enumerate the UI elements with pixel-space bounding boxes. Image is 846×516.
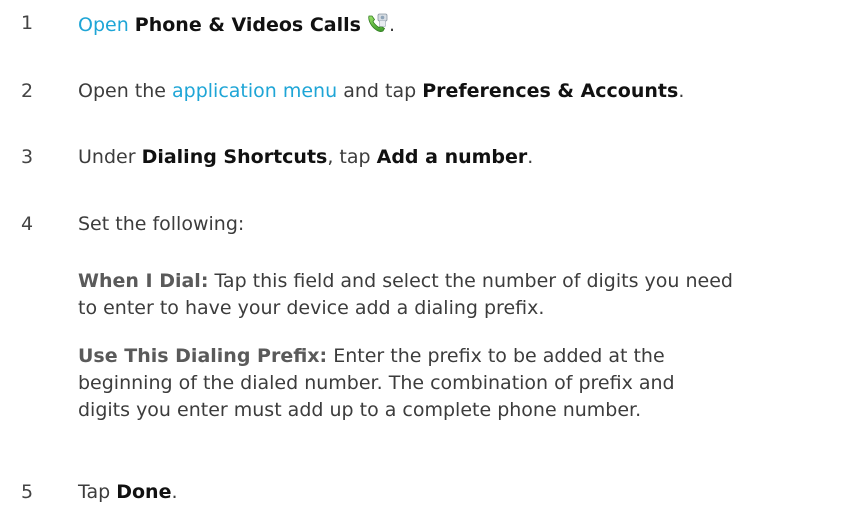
app-name: Phone & Videos Calls — [134, 14, 361, 36]
field-line: When I Dial: Tap this field and select t… — [78, 270, 733, 292]
field-when-i-dial: When I Dial: Tap this field and select t… — [78, 268, 838, 322]
step-number: 4 — [21, 213, 34, 235]
application-menu-link[interactable]: application menu — [172, 80, 337, 102]
step-text: Under Dialing Shortcuts, tap Add a numbe… — [78, 146, 534, 168]
field-line: Use This Dialing Prefix: Enter the prefi… — [78, 345, 665, 367]
phone-app-icon — [365, 11, 389, 35]
add-number-label: Add a number — [376, 146, 528, 168]
step-text: Open Phone & Videos Calls . — [78, 11, 395, 37]
field-line: beginning of the dialed number. The comb… — [78, 372, 675, 394]
step-text: Open the application menu and tap Prefer… — [78, 80, 685, 102]
field-dialing-prefix: Use This Dialing Prefix: Enter the prefi… — [78, 343, 838, 424]
step-text: Tap Done. — [78, 481, 178, 503]
field-name: Use This Dialing Prefix: — [78, 345, 328, 367]
dialing-shortcuts-label: Dialing Shortcuts — [141, 146, 328, 168]
step-number: 5 — [21, 481, 34, 503]
open-link[interactable]: Open — [78, 14, 129, 36]
step-number: 2 — [21, 80, 34, 102]
step-number: 1 — [21, 12, 34, 34]
field-name: When I Dial: — [78, 270, 209, 292]
field-line: to enter to have your device add a diali… — [78, 297, 545, 319]
step-text: Set the following: — [78, 213, 245, 235]
done-label: Done — [116, 481, 172, 503]
field-line: digits you enter must add up to a comple… — [78, 399, 642, 421]
step-number: 3 — [21, 146, 34, 168]
preferences-accounts-label: Preferences & Accounts — [422, 80, 679, 102]
